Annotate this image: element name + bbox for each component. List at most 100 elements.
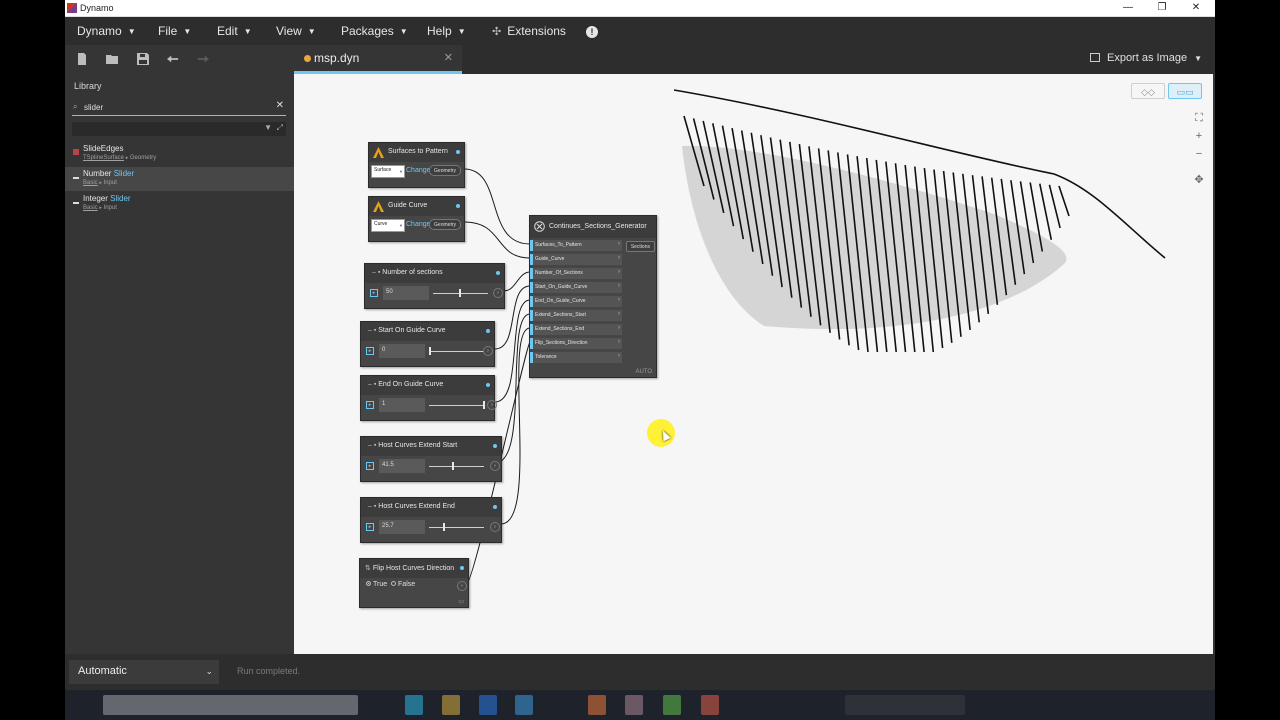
library-item-number-slider[interactable]: Number Slider Basic ▸ Input xyxy=(65,167,294,191)
input-port[interactable]: Tolerance › xyxy=(530,352,622,363)
restore-button[interactable]: ❐ xyxy=(1145,0,1179,17)
notification-icon[interactable]: ! xyxy=(586,26,598,38)
menu-view[interactable]: View ▼ xyxy=(276,24,316,38)
selection-dropdown[interactable]: Surface ▼ xyxy=(371,165,405,178)
taskbar-app-icon[interactable] xyxy=(479,695,497,715)
zoom-in-icon[interactable]: + xyxy=(1191,128,1207,144)
category-link[interactable]: Basic xyxy=(83,205,98,211)
expand-slider-icon[interactable]: ▸ xyxy=(366,462,374,470)
output-port-sections[interactable]: Sections xyxy=(625,241,655,252)
close-window-button[interactable]: ✕ xyxy=(1179,0,1213,17)
slider-track[interactable] xyxy=(429,527,484,528)
input-port[interactable]: Extend_Sections_End › xyxy=(530,324,622,335)
slider-track[interactable] xyxy=(429,351,484,352)
slider-thumb[interactable] xyxy=(429,347,431,355)
detailed-view-icon[interactable]: ⤢ xyxy=(277,123,283,133)
minimize-button[interactable]: — xyxy=(1111,0,1145,17)
node-flip-host-curves-direction[interactable]: ⇅ Flip Host Curves Direction True False … xyxy=(359,558,469,608)
graph-canvas[interactable]: ◇◇ ▭▭ ⛶ + − ✥ Surfaces to Pattern Surfac… xyxy=(294,74,1213,654)
radio-false[interactable]: False xyxy=(391,581,415,588)
menu-file[interactable]: File ▼ xyxy=(158,24,191,38)
output-port[interactable]: › xyxy=(490,522,500,532)
expand-slider-icon[interactable]: ▸ xyxy=(366,401,374,409)
category-link[interactable]: Basic xyxy=(83,180,98,186)
slider-value-input[interactable]: 41.5 xyxy=(379,459,425,473)
menu-help[interactable]: Help ▼ xyxy=(427,24,466,38)
slider-value-input[interactable]: 25.7 xyxy=(379,520,425,534)
zoom-out-icon[interactable]: − xyxy=(1191,146,1207,162)
redo-icon[interactable] xyxy=(197,53,209,65)
output-port[interactable]: › xyxy=(490,461,500,471)
input-port[interactable]: End_On_Guide_Curve › xyxy=(530,296,622,307)
selection-dropdown[interactable]: Curve ▼ xyxy=(371,219,405,232)
node-continues-sections-generator[interactable]: Continues_Sections_Generator Surfaces_To… xyxy=(529,215,657,378)
node-number-of-sections[interactable]: – ▪ Number of sections ▸ 50 › xyxy=(364,263,505,309)
slider-thumb[interactable] xyxy=(452,462,454,470)
clear-search-icon[interactable]: ✕ xyxy=(276,100,284,111)
taskbar-search[interactable] xyxy=(103,695,358,715)
output-port[interactable]: Geometry xyxy=(429,165,461,176)
input-port[interactable]: Start_On_Guide_Curve › xyxy=(530,282,622,293)
slider-thumb[interactable] xyxy=(459,289,461,297)
menu-dynamo[interactable]: Dynamo ▼ xyxy=(77,24,136,38)
slider-value-input[interactable]: 50 xyxy=(383,286,429,300)
new-file-icon[interactable] xyxy=(76,53,88,65)
node-guide-curve[interactable]: Guide Curve Curve ▼ Change Geometry xyxy=(368,196,465,242)
library-search-input[interactable]: slider xyxy=(84,103,103,112)
slider-track[interactable] xyxy=(429,405,484,406)
change-selection-button[interactable]: Change xyxy=(406,221,431,228)
input-port[interactable]: Flip_Sections_Direction › xyxy=(530,338,622,349)
library-search[interactable]: ⌕ slider ✕ xyxy=(72,100,286,116)
node-surfaces-to-pattern[interactable]: Surfaces to Pattern Surface ▼ Change Geom… xyxy=(368,142,465,188)
taskbar-app-icon[interactable] xyxy=(625,695,643,715)
input-port[interactable]: Extend_Sections_Start › xyxy=(530,310,622,321)
output-port[interactable]: Geometry xyxy=(429,219,461,230)
graph-view-toggle[interactable]: ▭▭ xyxy=(1168,83,1202,99)
slider-value-input[interactable]: 1 xyxy=(379,398,425,412)
output-port[interactable]: › xyxy=(493,288,503,298)
open-folder-icon[interactable] xyxy=(106,53,118,65)
node-start-on-guide-curve[interactable]: – ▪ Start On Guide Curve ▸ 0 › xyxy=(360,321,495,367)
radio-true[interactable]: True xyxy=(366,581,387,588)
output-port[interactable]: › xyxy=(457,581,467,591)
menu-extensions[interactable]: ✣ Extensions xyxy=(492,24,566,38)
filter-icon[interactable]: ▼ xyxy=(264,123,272,132)
taskbar-app-icon[interactable] xyxy=(442,695,460,715)
category-link[interactable]: TSplineSurface xyxy=(83,155,124,161)
slider-thumb[interactable] xyxy=(483,401,485,409)
undo-icon[interactable] xyxy=(167,53,179,65)
taskbar-app-icon[interactable] xyxy=(588,695,606,715)
output-port[interactable]: › xyxy=(483,346,493,356)
menu-edit[interactable]: Edit ▼ xyxy=(217,24,252,38)
change-selection-button[interactable]: Change xyxy=(406,167,431,174)
node-host-curves-extend-end[interactable]: – ▪ Host Curves Extend End ▸ 25.7 › xyxy=(360,497,502,543)
expand-slider-icon[interactable]: ▸ xyxy=(366,347,374,355)
geometry-view-toggle[interactable]: ◇◇ xyxy=(1131,83,1165,99)
slider-track[interactable] xyxy=(429,466,484,467)
library-item-category: TSplineSurface ▸ Geometry xyxy=(83,155,157,161)
save-icon[interactable] xyxy=(137,53,149,65)
expand-slider-icon[interactable]: ▸ xyxy=(370,289,378,297)
input-port[interactable]: Guide_Curve › xyxy=(530,254,622,265)
run-mode-select[interactable]: Automatic ⌄ xyxy=(69,660,219,684)
tab-msp-dyn[interactable]: msp.dyn ✕ xyxy=(294,45,462,74)
taskbar-app-icon[interactable] xyxy=(701,695,719,715)
slider-thumb[interactable] xyxy=(443,523,445,531)
library-item-slideedges[interactable]: SlideEdges TSplineSurface ▸ Geometry xyxy=(65,142,294,166)
pan-icon[interactable]: ✥ xyxy=(1191,172,1207,188)
export-as-image-button[interactable]: Export as Image ▼ xyxy=(1089,52,1202,64)
library-item-integer-slider[interactable]: Integer Slider Basic ▸ Input xyxy=(65,192,294,216)
expand-slider-icon[interactable]: ▸ xyxy=(366,523,374,531)
taskbar-app-icon[interactable] xyxy=(515,695,533,715)
taskbar-app-icon[interactable] xyxy=(663,695,681,715)
node-host-curves-extend-start[interactable]: – ▪ Host Curves Extend Start ▸ 41.5 › xyxy=(360,436,502,482)
node-end-on-guide-curve[interactable]: – ▪ End On Guide Curve ▸ 1 › xyxy=(360,375,497,421)
slider-value-input[interactable]: 0 xyxy=(379,344,425,358)
menu-packages[interactable]: Packages ▼ xyxy=(341,24,408,38)
close-tab-icon[interactable]: ✕ xyxy=(444,51,453,64)
zoom-fit-icon[interactable]: ⛶ xyxy=(1191,110,1207,126)
output-port[interactable]: › xyxy=(487,400,497,410)
taskbar-app-icon[interactable] xyxy=(405,695,423,715)
input-port[interactable]: Number_Of_Sections › xyxy=(530,268,622,279)
input-port[interactable]: Surfaces_To_Pattern › xyxy=(530,240,622,251)
